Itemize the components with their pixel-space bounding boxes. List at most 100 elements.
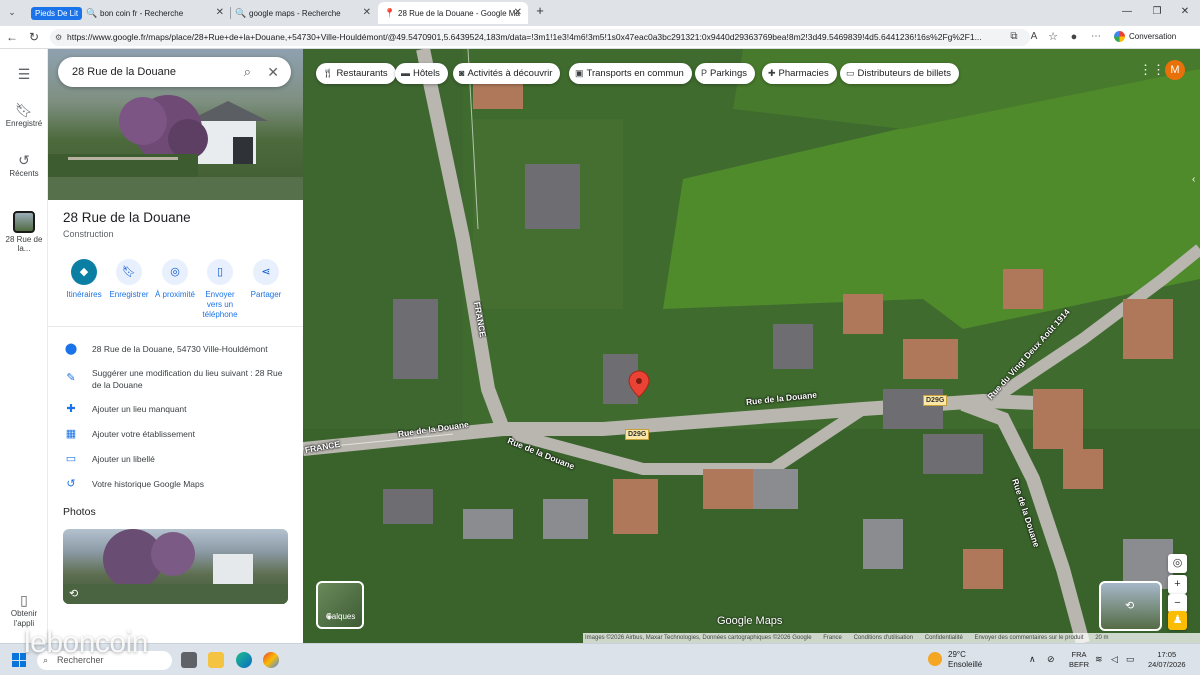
my-location-button[interactable]: ◎ [1168,554,1187,573]
leboncoin-watermark: leboncoin [24,626,148,659]
meet-now-icon[interactable]: ⊘ [1047,654,1055,665]
menu-button[interactable]: ☰ [0,65,48,83]
zoom-in-button[interactable]: + [1168,575,1187,594]
task-view-icon[interactable] [181,652,197,668]
google-maps-logo: Google Maps [717,615,783,627]
close-tab-icon[interactable]: ✕ [514,7,522,18]
street-view-thumbnail[interactable]: ⟲ [1099,581,1162,631]
layers-button[interactable]: ◈ Calques [316,581,364,629]
chip-hotels[interactable]: ▬ Hôtels [395,63,448,84]
place-photo[interactable]: ⟲ [63,529,288,604]
directions-button[interactable]: ◆ Itinéraires [60,259,108,300]
edit-pencil-icon: ✎ [66,372,76,384]
chip-activities[interactable]: ◙ Activités à découvrir [453,63,561,84]
recent-place-label: 28 Rue de la... [5,235,43,253]
favorite-star-icon[interactable]: ☆ [1045,30,1061,44]
sun-icon [928,652,942,666]
add-business-row[interactable]: Ajouter votre établissement [92,428,287,440]
get-app-button[interactable]: ▯ Obtenir l'appli [0,591,48,629]
app-install-icon[interactable]: ⧉ [1006,30,1022,44]
recent-button[interactable]: ↺ Récents [0,151,48,178]
map-attribution-bar: Images ©2026 Airbus, Maxar Technologies,… [583,633,1200,643]
copilot-icon [1114,31,1125,43]
saved-button[interactable]: 🔖︎ Enregistré [0,101,48,128]
expand-chevron-icon[interactable]: ‹ [1192,174,1195,185]
send-to-phone-label: Envoyer vers un téléphone [202,290,238,319]
tab-group-chip[interactable]: Pieds De Lit [31,7,83,20]
maps-left-rail: ☰ 🔖︎ Enregistré ↺ Récents 28 Rue de la..… [0,49,48,643]
chip-label: Hôtels [413,68,440,79]
street-view-360-icon: ⟲ [69,588,79,600]
pegman-button[interactable]: ♟ [1168,611,1187,630]
lang-code: FRA [1071,650,1087,659]
feedback-link[interactable]: Envoyer des commentaires sur le produit [974,635,1083,641]
close-tab-icon[interactable]: ✕ [363,7,371,18]
nearby-button[interactable]: ◎ À proximité [151,259,199,300]
target-icon: ◎ [1172,557,1183,569]
address-row[interactable]: 28 Rue de la Douane, 54730 Ville-Houldém… [92,343,287,355]
wifi-icon[interactable]: ≋ [1095,654,1103,665]
chip-restaurants[interactable]: 🍴︎ Restaurants [316,63,396,84]
nearby-label: À proximité [154,290,195,299]
country-link[interactable]: France [823,635,842,641]
chip-pharmacies[interactable]: ✚ Pharmacies [762,63,837,84]
bing-search-icon: 🔍 [235,8,247,18]
photos-heading: Photos [63,506,96,518]
scale-bar[interactable]: 20 m [1095,635,1108,641]
search-input[interactable]: 28 Rue de la Douane [72,66,176,78]
site-info-icon[interactable]: ⚙ [55,29,62,46]
recent-place-button[interactable]: 28 Rue de la... [0,211,48,253]
share-button[interactable]: ⋖ Partager [242,259,290,300]
maps-history-row[interactable]: Votre historique Google Maps [92,478,287,490]
save-button[interactable]: 🔖︎ Enregistrer [105,259,153,300]
browser-tab-bar: ⌄ Pieds De Lit 🔍 bon coin fr - Recherche… [0,0,1200,26]
tab-list-button[interactable]: ⌄ [4,5,20,19]
profile-avatar-icon[interactable]: ● [1066,30,1082,44]
tab-google-maps-search[interactable]: 🔍 google maps - Recherche ✕ [229,2,377,24]
tab-google-maps-place[interactable]: 📍 28 Rue de la Douane - Google Ma ✕ [378,2,528,24]
tray-chevron-icon[interactable]: ∧ [1029,654,1036,665]
camera-icon: ◙ [459,68,465,78]
satellite-map[interactable]: Rue de la Douane Rue de la Douane Rue de… [303,49,1200,643]
restore-window-button[interactable]: ❐ [1150,6,1164,17]
label-icon: ▭ [65,453,77,465]
close-icon[interactable]: ✕ [267,57,279,87]
copilot-conversation-button[interactable]: Conversation [1114,31,1176,43]
read-aloud-icon[interactable]: A [1026,30,1042,44]
chip-transit[interactable]: ▣ Transports en commun [569,63,692,84]
imagery-credit: Images ©2026 Airbus, Maxar Technologies,… [585,635,812,641]
new-tab-button[interactable]: + [533,3,547,18]
back-arrow-icon[interactable]: ← [4,30,20,44]
google-maps-pin-icon: 📍 [384,8,396,18]
add-label-row[interactable]: Ajouter un libellé [92,453,287,465]
account-avatar[interactable]: M [1165,60,1185,80]
suggest-edit-row[interactable]: Suggérer une modification du lieu suivan… [92,367,287,391]
battery-icon[interactable]: ▭ [1126,654,1135,665]
search-box[interactable]: 28 Rue de la Douane ⌕ ✕ [58,57,291,87]
volume-icon[interactable]: ◁ [1111,654,1118,665]
more-menu-icon[interactable]: ⋯ [1088,30,1104,44]
terms-link[interactable]: Conditions d'utilisation [854,635,914,641]
windows-taskbar: ⌕ Rechercher 29°C Ensoleillé ∧ ⊘ FRA BEFR … [0,643,1200,675]
file-explorer-icon[interactable] [208,652,224,668]
close-tab-icon[interactable]: ✕ [216,7,224,18]
search-icon[interactable]: ⌕ [244,57,251,87]
edge-browser-icon[interactable] [236,652,252,668]
minimize-window-button[interactable]: — [1120,6,1134,17]
send-to-phone-button[interactable]: ▯ Envoyer vers un téléphone [196,259,244,320]
close-window-button[interactable]: ✕ [1178,6,1192,17]
chip-atm[interactable]: ▭ Distributeurs de billets [840,63,959,84]
place-title: 28 Rue de la Douane [63,210,191,225]
copilot-icon[interactable] [263,652,279,668]
taskbar-clock[interactable]: 17:05 24/07/2026 [1148,650,1186,670]
privacy-link[interactable]: Confidentialité [925,635,963,641]
recent-label: Récents [9,169,39,178]
tab-bon-coin[interactable]: 🔍 bon coin fr - Recherche ✕ [80,2,230,24]
pegman-icon: ♟ [1172,614,1183,626]
tab-label: google maps - Recherche [249,8,341,18]
reload-icon[interactable]: ↻ [26,30,42,44]
add-missing-place-row[interactable]: Ajouter un lieu manquant [92,403,287,415]
language-indicator[interactable]: FRA BEFR [1069,650,1089,670]
chip-parking[interactable]: P Parkings [695,63,755,84]
address-bar[interactable]: ⚙ https://www.google.fr/maps/place/28+Ru… [50,29,1030,46]
